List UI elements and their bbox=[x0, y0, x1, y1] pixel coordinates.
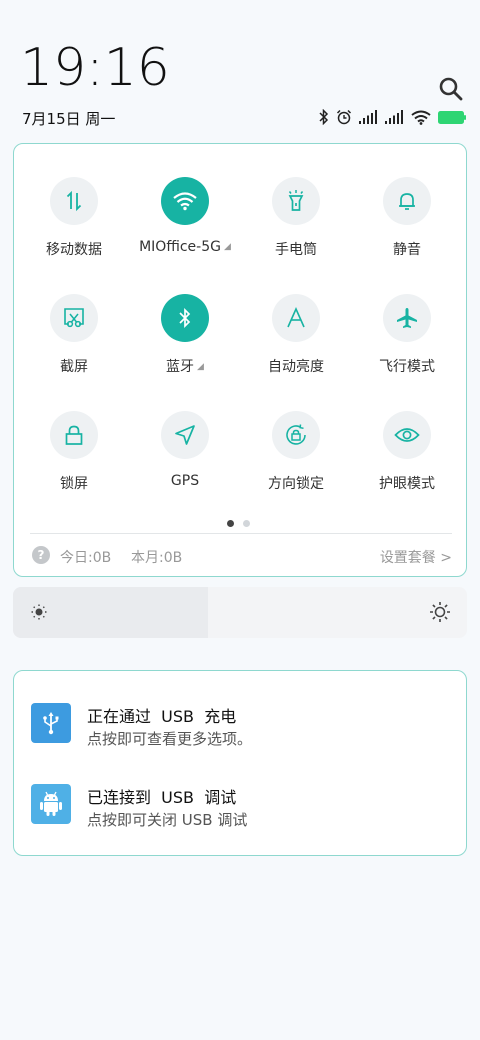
tile-eye-care[interactable]: 护眼模式 bbox=[352, 411, 462, 493]
mobile-data-icon bbox=[50, 177, 98, 225]
tile-label: 方向锁定 bbox=[268, 476, 324, 492]
bluetooth-icon bbox=[319, 109, 329, 125]
wifi-icon bbox=[411, 110, 431, 125]
alarm-icon bbox=[336, 109, 352, 125]
page-dot-active[interactable] bbox=[227, 520, 234, 527]
tile-airplane[interactable]: 飞行模式 bbox=[352, 294, 462, 376]
notifications-panel: 正在通过 USB 充电 点按即可查看更多选项。 已连接到 USB 调试 点按即可… bbox=[13, 670, 467, 856]
month-usage: 本月:0B bbox=[131, 550, 183, 566]
tile-label: 锁屏 bbox=[60, 476, 88, 492]
bell-icon bbox=[383, 177, 431, 225]
location-arrow-icon bbox=[161, 411, 209, 459]
android-icon bbox=[31, 784, 71, 824]
usb-icon bbox=[31, 703, 71, 743]
tile-label: 蓝牙 bbox=[166, 359, 195, 375]
notification-usb-debugging[interactable]: 已连接到 USB 调试 点按即可关闭 USB 调试 bbox=[14, 784, 468, 844]
notification-subtitle: 点按即可查看更多选项。 bbox=[87, 730, 253, 748]
flashlight-icon bbox=[272, 177, 320, 225]
tile-gps[interactable]: GPS bbox=[130, 411, 240, 489]
signal-icon bbox=[359, 110, 378, 124]
lock-icon bbox=[50, 411, 98, 459]
submenu-triangle-icon[interactable]: ◢ bbox=[224, 242, 231, 252]
page-indicator bbox=[227, 520, 250, 527]
notification-title: 正在通过 USB 充电 bbox=[87, 707, 237, 726]
screenshot-icon bbox=[50, 294, 98, 342]
tile-screenshot[interactable]: 截屏 bbox=[19, 294, 129, 376]
tile-label: GPS bbox=[170, 473, 200, 489]
notification-title: 已连接到 USB 调试 bbox=[87, 788, 237, 807]
battery-icon bbox=[438, 110, 466, 124]
tile-flashlight[interactable]: 手电筒 bbox=[241, 177, 351, 259]
wifi-icon bbox=[161, 177, 209, 225]
tile-label: 手电筒 bbox=[275, 242, 317, 258]
data-usage-row: ? 今日:0B 本月:0B 设置套餐 > bbox=[32, 546, 452, 568]
set-plan-link[interactable]: 设置套餐 > bbox=[380, 547, 452, 567]
submenu-triangle-icon[interactable]: ◢ bbox=[197, 362, 204, 372]
tile-label: 截屏 bbox=[60, 359, 88, 375]
tile-mute[interactable]: 静音 bbox=[352, 177, 462, 259]
date-label[interactable]: 7月15日 周一 bbox=[22, 108, 115, 129]
brightness-high-icon bbox=[429, 601, 451, 627]
quick-settings-panel: 移动数据 MIOffice-5G ◢ 手电筒 静音 截屏 蓝牙 ◢ 自动亮度 飞… bbox=[13, 143, 467, 577]
eye-icon bbox=[383, 411, 431, 459]
bluetooth-icon bbox=[161, 294, 209, 342]
tile-rotation-lock[interactable]: 方向锁定 bbox=[241, 411, 351, 493]
airplane-icon bbox=[383, 294, 431, 342]
tile-label: MIOffice-5G bbox=[139, 239, 221, 255]
search-icon[interactable] bbox=[438, 76, 464, 102]
auto-brightness-icon bbox=[272, 294, 320, 342]
tile-label: 移动数据 bbox=[46, 242, 102, 258]
notification-subtitle: 点按即可关闭 USB 调试 bbox=[87, 811, 248, 829]
tile-label: 静音 bbox=[393, 242, 421, 258]
notification-usb-charging[interactable]: 正在通过 USB 充电 点按即可查看更多选项。 bbox=[14, 703, 468, 763]
tile-label: 自动亮度 bbox=[268, 359, 324, 375]
tile-bluetooth[interactable]: 蓝牙 ◢ bbox=[130, 294, 240, 376]
signal-icon bbox=[385, 110, 404, 124]
help-icon[interactable]: ? bbox=[32, 546, 50, 564]
status-icons bbox=[319, 108, 466, 126]
tile-auto-brightness[interactable]: 自动亮度 bbox=[241, 294, 351, 376]
divider bbox=[30, 533, 452, 534]
rotation-lock-icon bbox=[272, 411, 320, 459]
notification-shade-header: 19:16 7月15日 周一 bbox=[0, 0, 480, 140]
tile-label: 飞行模式 bbox=[379, 359, 435, 375]
brightness-slider[interactable] bbox=[13, 587, 467, 638]
clock[interactable]: 19:16 bbox=[20, 42, 170, 94]
tile-lock-screen[interactable]: 锁屏 bbox=[19, 411, 129, 493]
page-dot[interactable] bbox=[243, 520, 250, 527]
brightness-low-icon bbox=[30, 603, 48, 625]
tile-label: 护眼模式 bbox=[379, 476, 435, 492]
tile-mobile-data[interactable]: 移动数据 bbox=[19, 177, 129, 259]
tile-wifi[interactable]: MIOffice-5G ◢ bbox=[130, 177, 240, 255]
today-usage: 今日:0B bbox=[60, 550, 112, 566]
